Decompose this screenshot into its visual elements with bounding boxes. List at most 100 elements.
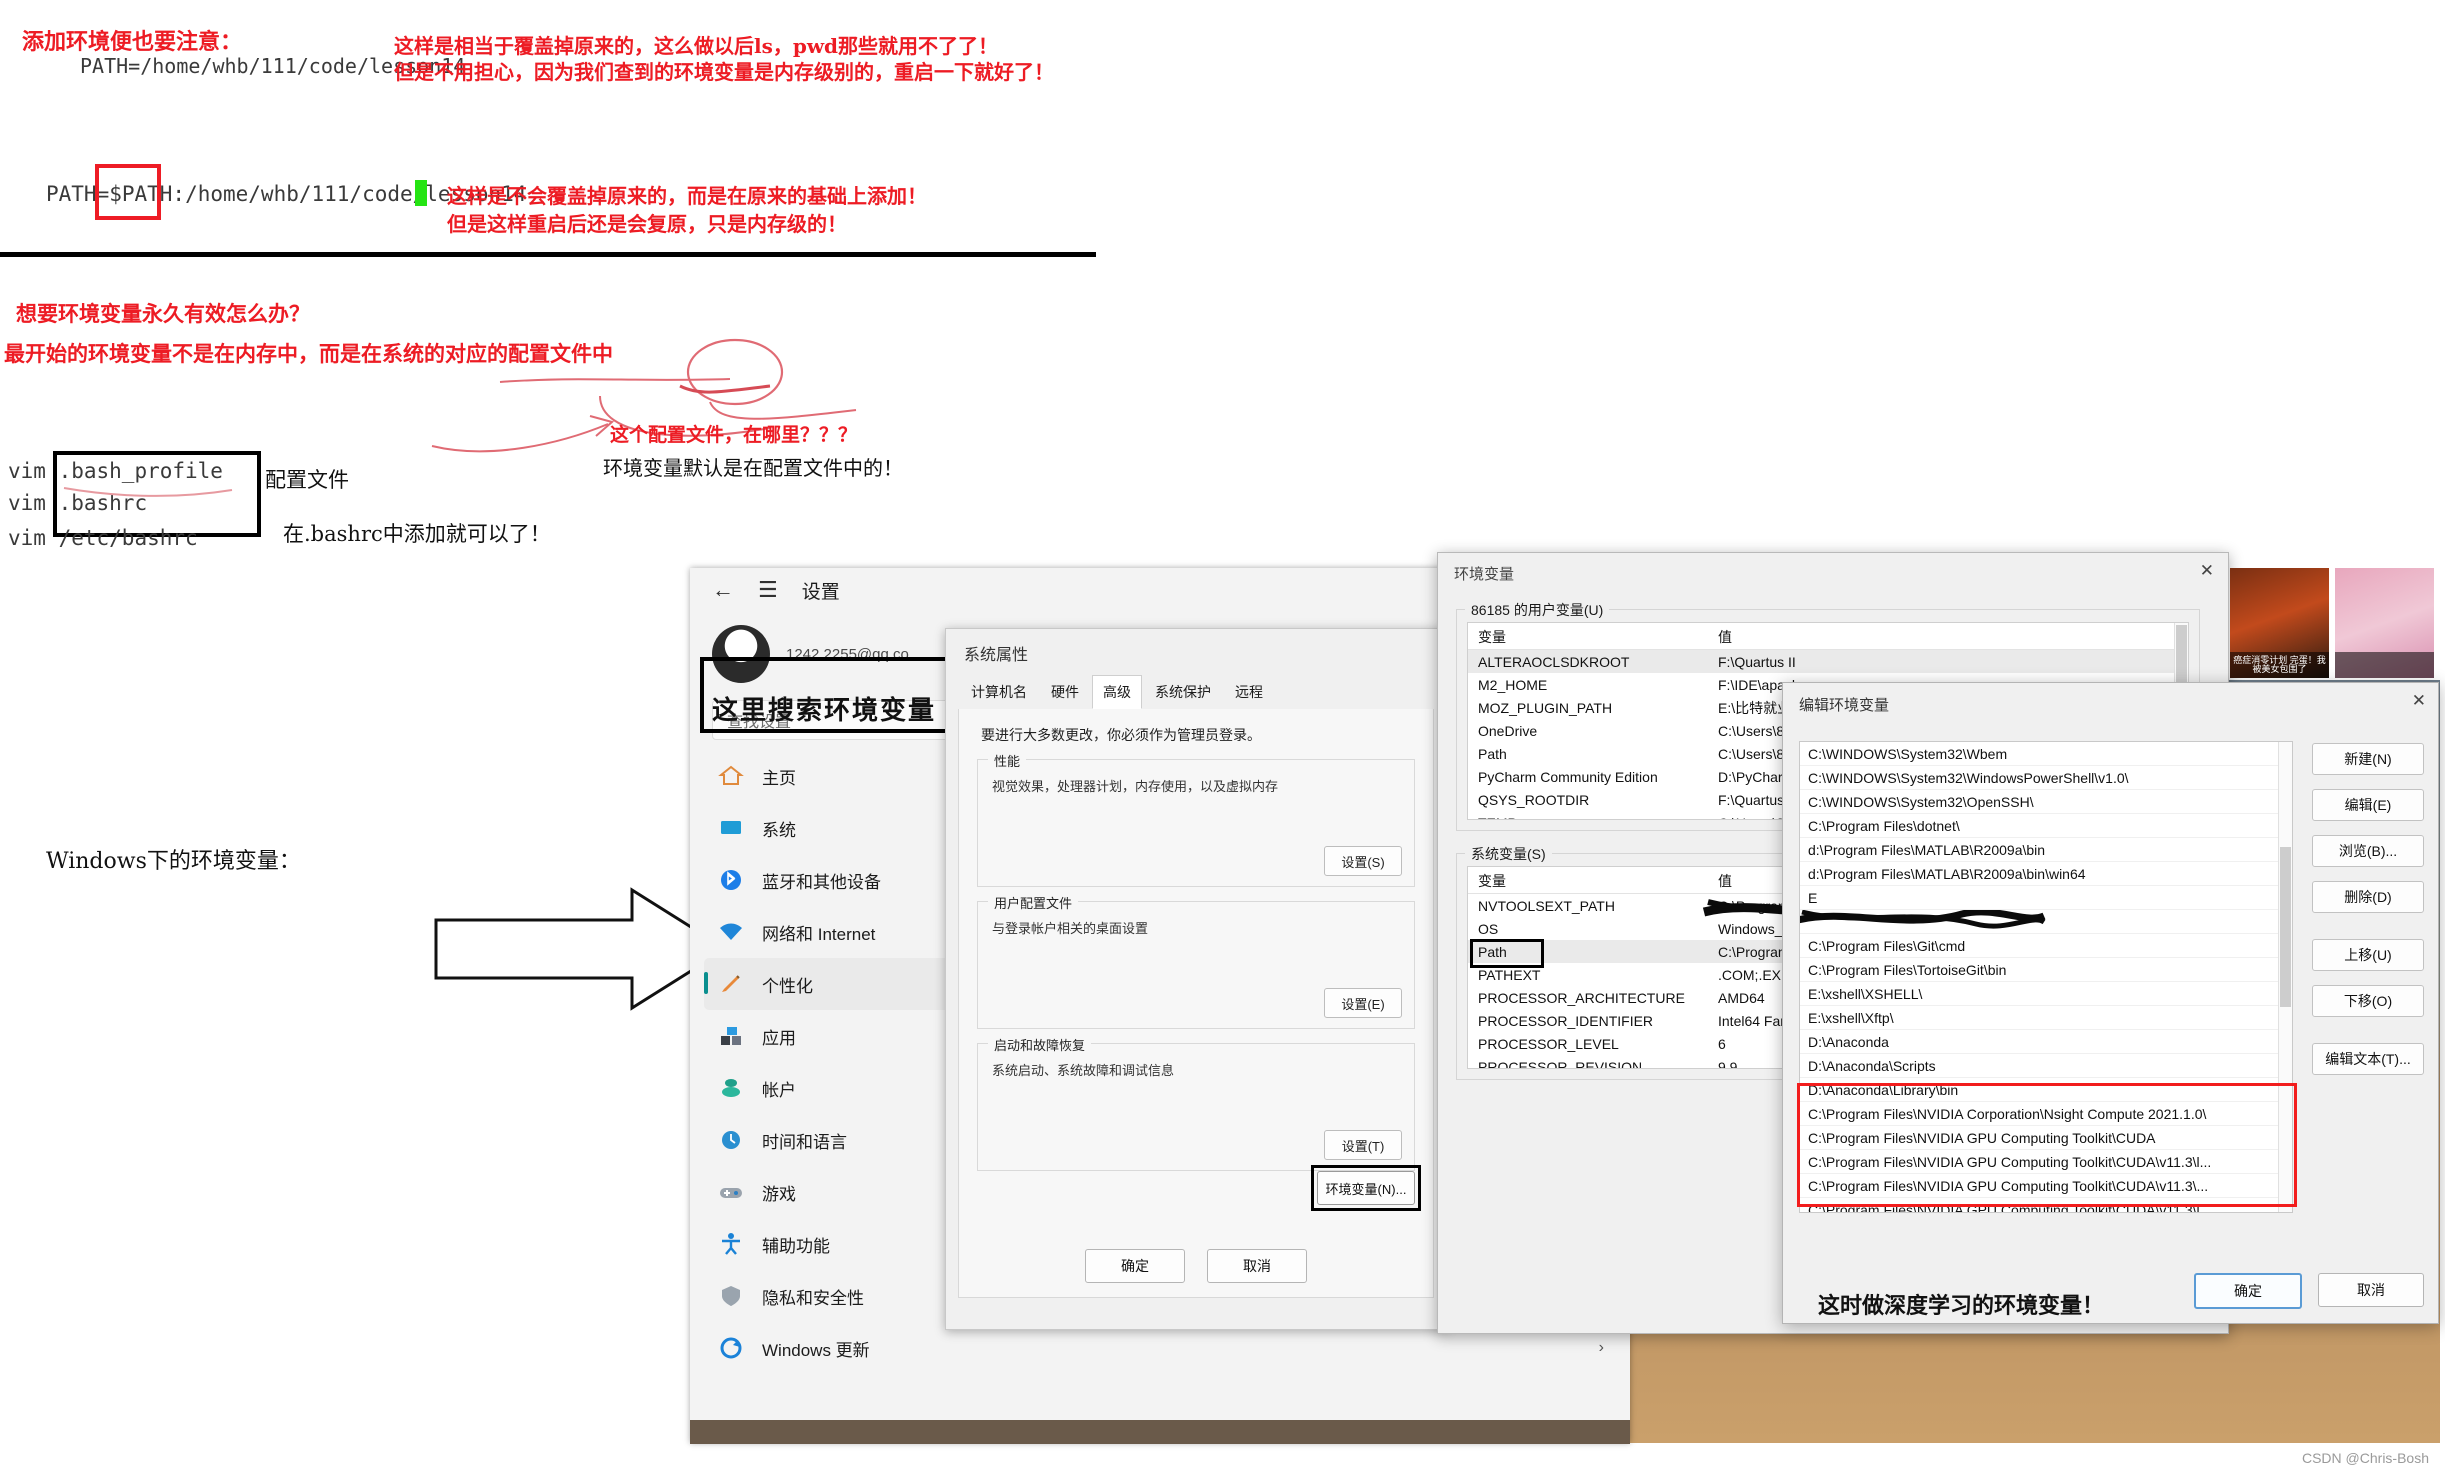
environment-variables-title: 环境变量 (1454, 566, 1515, 583)
sidebar-item-label-apps: 应用 (762, 1028, 796, 1048)
close-icon[interactable]: ✕ (2200, 561, 2214, 581)
sidebar-item-label-accounts: 帐户 (762, 1080, 796, 1100)
user-var-name-0: ALTERAOCLSDKROOT (1478, 653, 1630, 670)
tab-system-protection[interactable]: 系统保护 (1144, 675, 1222, 709)
pointer-arrow-to-settings (434, 887, 729, 1011)
startup-recovery-group: 启动和故障恢复 系统启动、系统故障和调试信息 设置(T) (977, 1035, 1415, 1171)
user-variables-group-label: 86185 的用户变量(U) (1465, 600, 1610, 620)
section-divider (0, 252, 1096, 257)
config-file-where-answer: 环境变量默认是在配置文件中的！ (603, 456, 903, 480)
apps-icon (718, 1023, 744, 1049)
system-variables-group-label: 系统变量(S) (1465, 844, 1552, 864)
append-note-line2: 但是这样重启后还是会复原，只是内存级的！ (447, 212, 847, 236)
sidebar-item-label-bluetooth: 蓝牙和其他设备 (762, 872, 881, 892)
sidebar-item-label-windows-update: Windows 更新 (762, 1340, 870, 1360)
config-file-where-question: 这个配置文件，在哪里？？？ (610, 424, 858, 446)
append-note-line1: 这样是不会覆盖掉原来的，而是在原来的基础上添加！ (447, 184, 927, 208)
sys-var-name-7: PROCESSOR_REVISION (1478, 1058, 1643, 1069)
accounts-icon (718, 1075, 744, 1101)
user-profiles-group-text: 与登录帐户相关的桌面设置 (992, 921, 1149, 936)
search-env-annotation-text: 这里搜索环境变量 (712, 696, 937, 726)
list-item[interactable]: D:\Anaconda\Scripts (1800, 1054, 2292, 1078)
list-item[interactable]: C:\Program Files\TortoiseGit\bin (1800, 958, 2292, 982)
path-variable-highlight-box (95, 164, 161, 220)
edit-cancel-button[interactable]: 取消 (2318, 1273, 2424, 1307)
user-profiles-settings-button[interactable]: 设置(E) (1324, 988, 1402, 1018)
video-thumbnail-strip: 癌症消零计划 完蛋！我被美女包围了 (2230, 568, 2435, 678)
new-button[interactable]: 新建(N) (2312, 743, 2424, 775)
windows-env-label: Windows下的环境变量： (46, 849, 301, 874)
performance-settings-button[interactable]: 设置(S) (1324, 846, 1402, 876)
settings-title: 设置 (801, 581, 840, 603)
list-item[interactable]: E (1800, 886, 2292, 910)
list-item[interactable]: C:\WINDOWS\System32\Wbem (1800, 742, 2292, 766)
edit-text-button[interactable]: 编辑文本(T)... (2312, 1043, 2424, 1075)
edit-environment-variable-title: 编辑环境变量 (1799, 697, 1890, 714)
sidebar-item-label-personalization: 个性化 (762, 976, 813, 996)
list-item[interactable]: d:\Program Files\MATLAB\R2009a\bin\win64 (1800, 862, 2292, 886)
system-properties-title: 系统属性 (964, 647, 1029, 664)
system-properties-dialog: 系统属性 计算机名 硬件 高级 系统保护 远程 要进行大多数更改，你必须作为管理… (945, 628, 1447, 1330)
edit-ok-button[interactable]: 确定 (2194, 1273, 2302, 1309)
user-var-value-0: F:\Quartus II (1718, 653, 1796, 670)
table-row[interactable]: ALTERAOCLSDKROOT F:\Quartus II (1468, 650, 2188, 673)
startup-recovery-settings-button[interactable]: 设置(T) (1324, 1130, 1402, 1160)
windows-update-icon (718, 1335, 744, 1361)
list-item[interactable]: C:\Program Files\Git\cmd (1800, 934, 2292, 958)
permanent-env-question: 想要环境变量永久有效怎么办？ (16, 301, 310, 326)
list-item[interactable]: E:\xshell\Xftp\ (1800, 1006, 2292, 1030)
delete-button[interactable]: 删除(D) (2312, 881, 2424, 913)
environment-variables-highlight-box (1311, 1165, 1421, 1211)
performance-group: 性能 视觉效果，处理器计划，内存使用，以及虚拟内存 设置(S) (977, 751, 1415, 887)
list-item[interactable]: C:\WINDOWS\System32\WindowsPowerShell\v1… (1800, 766, 2292, 790)
list-item[interactable]: d:\Program Files\MATLAB\R2009a\bin (1800, 838, 2292, 862)
sysprops-cancel-button[interactable]: 取消 (1207, 1249, 1307, 1283)
user-variables-table-header: 变量 值 (1468, 623, 2188, 650)
network-icon (718, 919, 744, 945)
sysprops-ok-button[interactable]: 确定 (1085, 1249, 1185, 1283)
list-item[interactable]: C:\WINDOWS\System32\OpenSSH\ (1800, 790, 2292, 814)
hamburger-icon[interactable]: ☰ (758, 579, 778, 601)
move-down-button[interactable]: 下移(O) (2312, 985, 2424, 1017)
home-icon (718, 763, 744, 789)
tab-remote[interactable]: 远程 (1224, 675, 1274, 709)
system-properties-footer: 确定 取消 (959, 1249, 1433, 1283)
sys-var-value-2: C:\Program (1718, 943, 1790, 960)
user-var-name-5: PyCharm Community Edition (1478, 768, 1658, 785)
vim-file-3: /etc/bashrc (58, 526, 198, 550)
sys-var-value-7: 9 9 (1718, 1058, 1738, 1069)
move-up-button[interactable]: 上移(U) (2312, 939, 2424, 971)
sidebar-item-label-system: 系统 (762, 820, 796, 840)
list-item[interactable]: E:\xshell\XSHELL\ (1800, 982, 2292, 1006)
sys-var-name-1: OS (1478, 920, 1499, 937)
vim-keyword-1: vim (8, 459, 46, 483)
scrollbar-thumb[interactable] (2280, 847, 2291, 1007)
tab-computer-name[interactable]: 计算机名 (960, 675, 1038, 709)
add-env-warning-title: 添加环境便也要注意： (22, 29, 243, 55)
sidebar-item-label-privacy: 隐私和安全性 (762, 1288, 864, 1308)
tab-advanced[interactable]: 高级 (1092, 675, 1142, 709)
column-header-variable-sys: 变量 (1478, 873, 1506, 889)
list-item[interactable]: C:\Program Files\dotnet\ (1800, 814, 2292, 838)
back-arrow-icon[interactable]: ← (712, 579, 734, 601)
scrollbar-thumb[interactable] (2176, 625, 2187, 685)
system-icon (718, 815, 744, 841)
list-item[interactable]: D:\Anaconda (1800, 1030, 2292, 1054)
video-thumbnail-2[interactable] (2335, 568, 2434, 678)
taskbar-strip (690, 1420, 1630, 1444)
user-var-name-4: Path (1478, 745, 1507, 762)
close-icon[interactable]: ✕ (2412, 691, 2426, 711)
list-item-redacted[interactable] (1800, 910, 2292, 934)
bluetooth-icon (718, 867, 744, 893)
chevron-right-icon: › (1598, 1339, 1604, 1356)
video-thumbnail-1[interactable]: 癌症消零计划 完蛋！我被美女包围了 (2230, 568, 2329, 678)
watermark: CSDN @Chris-Bosh (2301, 1450, 2429, 1466)
user-profiles-group: 用户配置文件 与登录帐户相关的桌面设置 设置(E) (977, 893, 1415, 1029)
vim-keyword-3: vim (8, 526, 46, 550)
tab-hardware[interactable]: 硬件 (1040, 675, 1090, 709)
vim-command-3: vim /etc/bashrc (8, 526, 198, 550)
accessibility-icon (718, 1231, 744, 1257)
sys-var-name-0: NVTOOLSEXT_PATH (1478, 897, 1615, 914)
browse-button[interactable]: 浏览(B)... (2312, 835, 2424, 867)
edit-button[interactable]: 编辑(E) (2312, 789, 2424, 821)
